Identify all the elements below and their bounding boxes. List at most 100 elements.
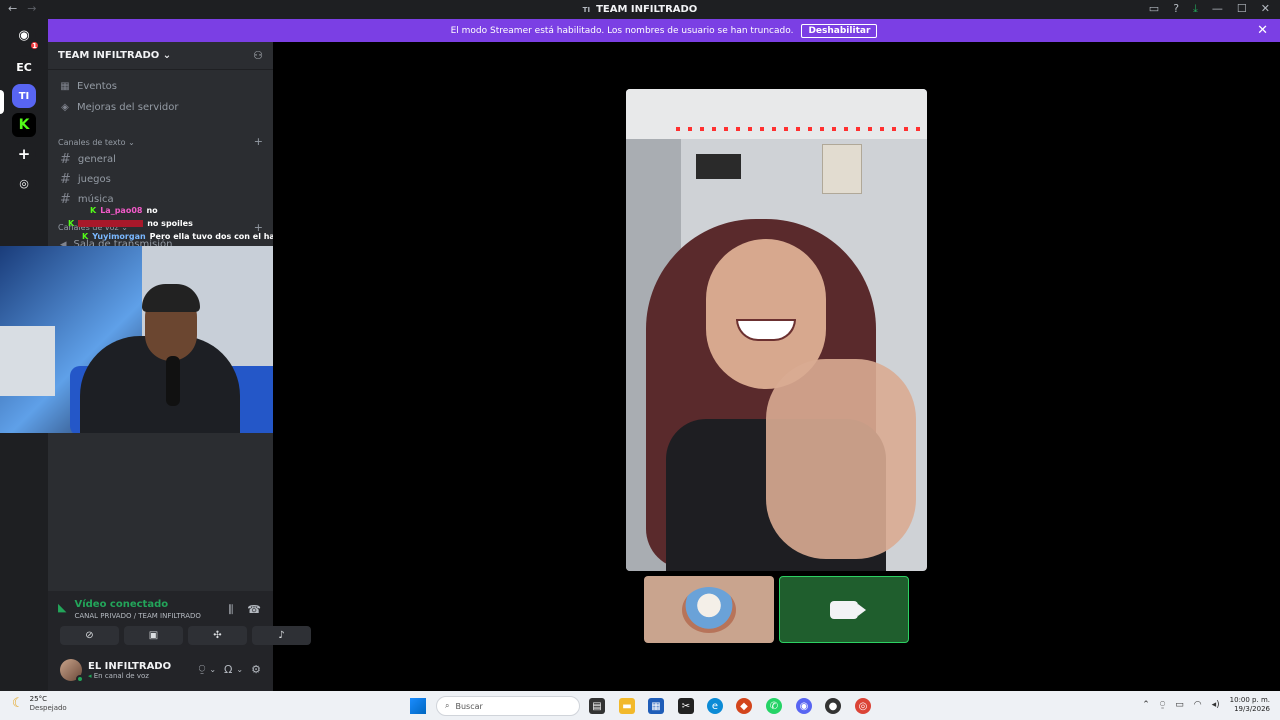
kick-icon: K <box>68 219 75 228</box>
search-icon: ⌕ <box>445 701 450 710</box>
share-screen-button[interactable]: ▣ <box>124 626 183 645</box>
chrome-icon[interactable]: ◎ <box>855 698 871 714</box>
windows-start-icon[interactable] <box>410 698 426 714</box>
weather-condition: Despejado <box>29 704 67 712</box>
signal-icon[interactable]: ◣ <box>58 601 66 620</box>
soundboard-button[interactable]: ♪ <box>252 626 311 645</box>
video-camera-icon <box>830 600 866 619</box>
mic-tray-icon[interactable]: ⍜ <box>1160 700 1165 710</box>
store-icon[interactable]: ▦ <box>648 698 664 714</box>
participant-thumbnail[interactable] <box>644 576 774 643</box>
boosts-label: Mejoras del servidor <box>77 102 179 113</box>
server-abbr: TI <box>582 6 591 14</box>
selected-server-pill <box>0 90 4 114</box>
whatsapp-icon[interactable]: ✆ <box>766 698 782 714</box>
activities-button[interactable]: ✣ <box>188 626 247 645</box>
chat-msg: no spoiles <box>147 219 193 228</box>
help-icon[interactable]: ? <box>1173 2 1179 16</box>
chevron-down-icon[interactable]: ⌄ <box>236 665 243 674</box>
kick-icon: K <box>82 232 89 241</box>
minimize-icon[interactable]: — <box>1212 2 1223 16</box>
discord-home-icon[interactable]: ◉ 1 <box>12 23 40 51</box>
channel-juegos[interactable]: # juegos <box>60 172 111 187</box>
chat-line: Kno spoiles <box>68 217 298 230</box>
clock[interactable]: 10:00 p. m. 19/3/2026 <box>1230 696 1270 714</box>
user-panel[interactable]: EL INFILTRADO ◂ En canal de voz <box>60 659 172 683</box>
download-icon[interactable]: ⤓ <box>1193 2 1198 16</box>
user-status: En canal de voz <box>93 671 149 680</box>
window-controls: ▭ ? ⤓ — ☐ ✕ <box>1149 2 1270 16</box>
connection-status-text: Vídeo conectado <box>74 599 169 610</box>
username: EL INFILTRADO <box>88 660 172 672</box>
disconnect-icon[interactable]: ☎ <box>247 603 261 617</box>
discover-icon[interactable]: ◎ <box>12 171 36 195</box>
banner-close-icon[interactable]: ✕ <box>1257 23 1268 38</box>
settings-gear-icon[interactable]: ⚙ <box>251 663 261 676</box>
chat-user: La_pao08 <box>100 206 143 215</box>
chevron-down-icon[interactable]: ⌄ <box>209 665 216 674</box>
wifi-icon[interactable]: ◠ <box>1194 700 1202 710</box>
channel-general[interactable]: # general <box>60 152 116 167</box>
edge-icon[interactable]: e <box>707 698 723 714</box>
camera-toggle-button[interactable]: ⊘ <box>60 626 119 645</box>
close-window-icon[interactable]: ✕ <box>1261 2 1270 16</box>
file-explorer-icon[interactable]: ▬ <box>619 698 635 714</box>
disable-streamer-button[interactable]: Deshabilitar <box>801 23 878 38</box>
server-ti[interactable]: TI <box>12 84 36 108</box>
microphone <box>166 356 180 406</box>
streamer-cap <box>142 284 200 312</box>
volume-icon[interactable]: ◂) <box>1212 700 1220 710</box>
clock-date: 19/3/2026 <box>1234 705 1270 713</box>
chat-user-redacted <box>78 220 144 227</box>
chat-line: K La_pao08 no <box>90 204 298 217</box>
taskbar-search[interactable]: ⌕ Buscar <box>436 696 580 716</box>
led-lights <box>676 127 926 131</box>
avatar <box>60 659 84 683</box>
connection-status: ◣ Vídeo conectado CANAL PRIVADO / TEAM I… <box>58 599 201 620</box>
server-kick-icon[interactable]: K <box>12 113 36 137</box>
events-label: Eventos <box>77 81 117 92</box>
poster <box>822 144 862 194</box>
ceiling <box>626 89 927 139</box>
microphone-icon[interactable]: ⍜ <box>199 662 206 676</box>
moon-icon: ☾ <box>12 696 24 711</box>
add-text-channel-icon[interactable]: + <box>254 135 263 148</box>
window-title: TI TEAM INFILTRADO <box>0 4 1280 15</box>
chat-msg: no <box>146 206 158 215</box>
windows-taskbar: ☾ 25°C Despejado ⌕ Buscar ▤ ▬ ▦ ✂ e ◆ ✆ ◉… <box>0 691 1280 720</box>
weather-widget[interactable]: ☾ 25°C Despejado <box>12 695 67 712</box>
chat-line: K Yuyimorgan Pero ella tuvo dos con el hac… <box>82 230 298 243</box>
voice-indicator-icon: ◂ <box>88 671 92 680</box>
streamer-mode-banner: El modo Streamer está habilitado. Los no… <box>48 19 1280 42</box>
task-view-icon[interactable]: ▤ <box>589 698 605 714</box>
maximize-icon[interactable]: ☐ <box>1237 2 1247 16</box>
headphones-icon[interactable]: Ω <box>224 663 232 676</box>
activities-icon: ✣ <box>213 630 222 641</box>
display-icon[interactable]: ▭ <box>1175 700 1184 710</box>
calendar-icon: ▦ <box>60 81 70 92</box>
obs-icon[interactable]: ● <box>825 698 841 714</box>
notification-badge: 1 <box>29 40 40 51</box>
discord-icon[interactable]: ◉ <box>796 698 812 714</box>
boosts-item[interactable]: ◈ Mejoras del servidor <box>60 102 179 113</box>
capcut-icon[interactable]: ✂ <box>678 698 694 714</box>
events-item[interactable]: ▦ Eventos <box>60 81 117 92</box>
screen-share-icon: ▣ <box>148 630 159 641</box>
chevron-up-icon[interactable]: ⌃ <box>1142 700 1150 710</box>
connection-channel[interactable]: CANAL PRIVADO / TEAM INFILTRADO <box>74 612 200 620</box>
title-bar: ← → TI TEAM INFILTRADO ▭ ? ⤓ — ☐ ✕ <box>0 0 1280 19</box>
add-server-icon[interactable]: + <box>12 142 36 166</box>
inbox-icon[interactable]: ▭ <box>1149 2 1159 16</box>
clock-time: 10:00 p. m. <box>1229 696 1270 704</box>
server-ec[interactable]: EC <box>12 55 36 79</box>
camera-off-icon: ⊘ <box>85 630 94 641</box>
hash-icon: # <box>60 172 71 187</box>
invite-icon[interactable]: ⚇ <box>253 49 263 62</box>
browser-icon[interactable]: ◆ <box>736 698 752 714</box>
temperature: 25°C <box>29 695 47 703</box>
server-header[interactable]: TEAM INFILTRADO ⌄ ⚇ <box>48 42 273 70</box>
camera-off-thumbnail[interactable] <box>779 576 909 643</box>
noise-suppression-icon[interactable]: ⫼ <box>228 603 233 617</box>
main-video-feed[interactable] <box>626 89 927 571</box>
text-category[interactable]: Canales de texto ⌄ <box>58 138 135 147</box>
